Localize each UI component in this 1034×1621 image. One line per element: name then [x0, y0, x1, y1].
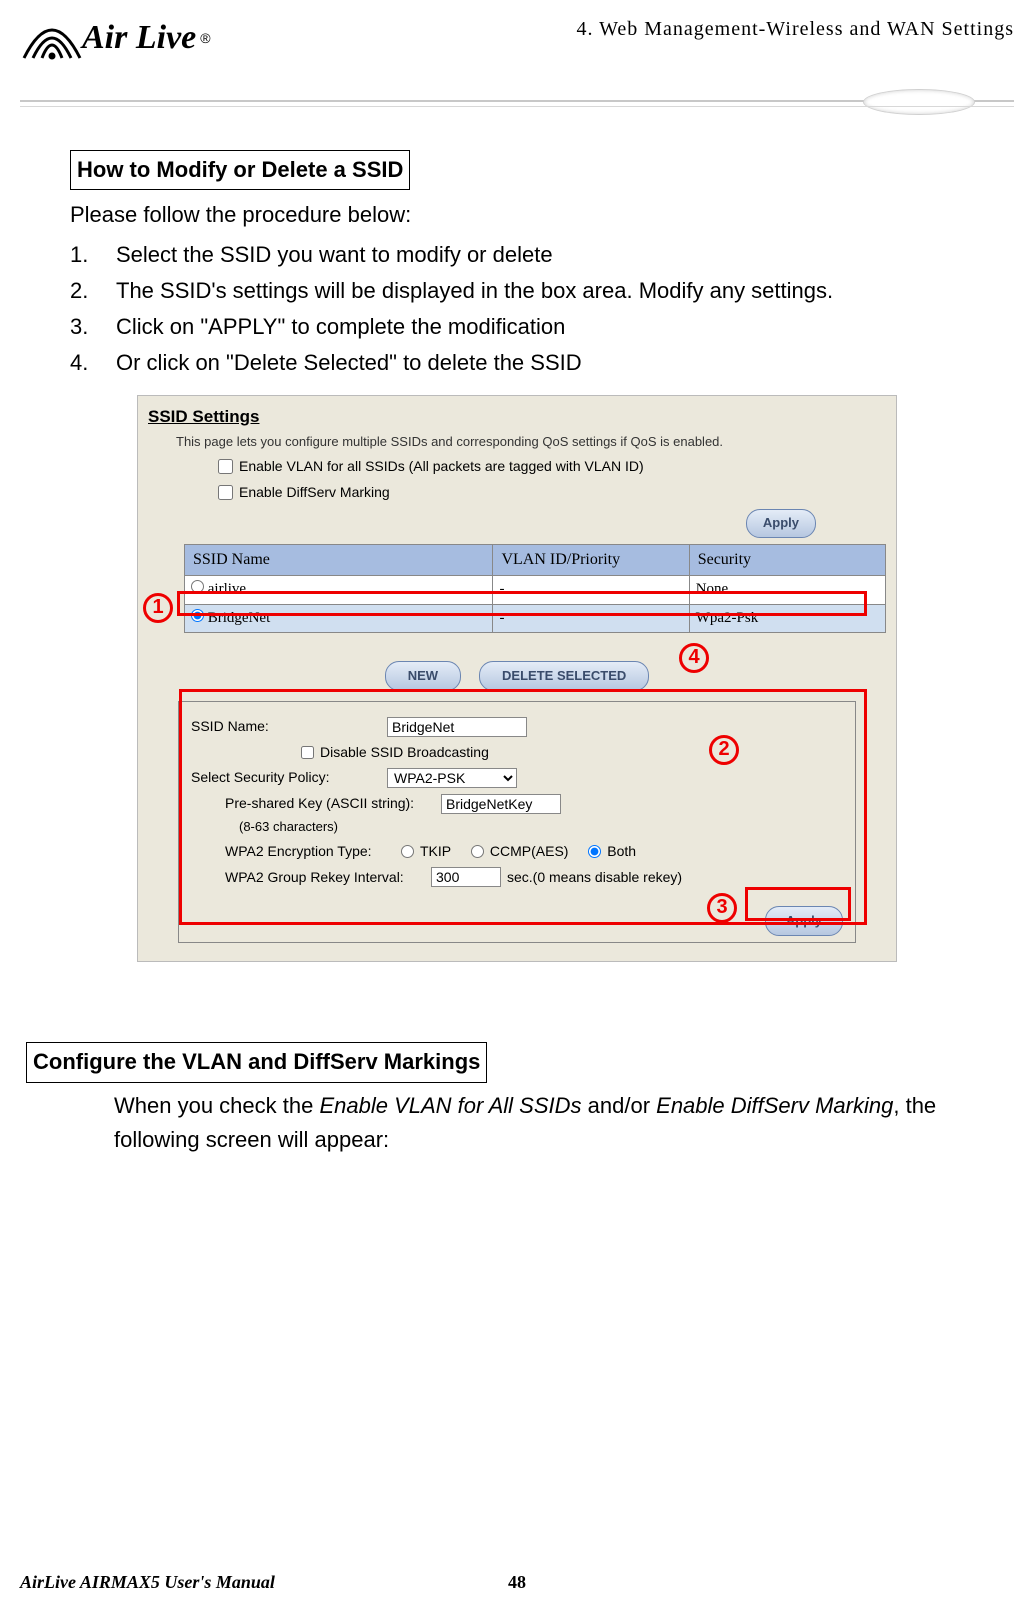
ssid-name-label: SSID Name: [191, 716, 381, 738]
rekey-label: WPA2 Group Rekey Interval: [225, 867, 425, 889]
encryption-type-label: WPA2 Encryption Type: [225, 841, 395, 863]
section2-body: When you check the Enable VLAN for All S… [70, 1089, 938, 1157]
ssid-name-input[interactable] [387, 717, 527, 737]
enable-diffserv-label: Enable DiffServ Marking [239, 482, 390, 504]
header-rule [20, 100, 1014, 110]
section1-intro: Please follow the procedure below: [70, 198, 964, 232]
psk-label: Pre-shared Key (ASCII string): [225, 793, 435, 815]
wifi-arc-icon [20, 14, 84, 62]
list-item: 4.Or click on "Delete Selected" to delet… [70, 346, 964, 380]
disable-broadcast-checkbox[interactable] [301, 746, 314, 759]
disable-broadcast-label: Disable SSID Broadcasting [320, 742, 489, 764]
screenshot-title: SSID Settings [148, 404, 886, 430]
apply-bottom-button[interactable]: Apply [765, 906, 843, 936]
table-row[interactable]: airlive - None [185, 576, 886, 604]
screenshot-subtitle: This page lets you configure multiple SS… [176, 432, 886, 452]
registered-icon: ® [200, 30, 210, 46]
list-item: 1.Select the SSID you want to modify or … [70, 238, 964, 272]
section-modify-delete-ssid: How to Modify or Delete a SSID Please fo… [70, 150, 964, 381]
psk-input[interactable] [441, 794, 561, 814]
ssid-select-radio[interactable] [191, 580, 204, 593]
section1-heading: How to Modify or Delete a SSID [70, 150, 410, 190]
list-item: 2.The SSID's settings will be displayed … [70, 274, 964, 308]
header-accent-oval [864, 90, 974, 114]
enable-vlan-checkbox-row: Enable VLAN for all SSIDs (All packets a… [218, 456, 886, 478]
procedure-steps: 1.Select the SSID you want to modify or … [70, 238, 964, 380]
ssid-select-radio[interactable] [191, 609, 204, 622]
ssid-table-header: SSID Name [185, 544, 493, 576]
section-configure-vlan-diffserv: Configure the VLAN and DiffServ Markings… [70, 1042, 964, 1156]
enc-tkip-radio[interactable] [401, 845, 414, 858]
enable-diffserv-checkbox-row: Enable DiffServ Marking [218, 482, 886, 504]
enc-ccmp-radio[interactable] [471, 845, 484, 858]
enable-diffserv-checkbox[interactable] [218, 485, 233, 500]
ssid-table: SSID Name VLAN ID/Priority Security airl… [184, 544, 886, 633]
list-item: 3.Click on "APPLY" to complete the modif… [70, 310, 964, 344]
security-policy-select[interactable]: WPA2-PSK [387, 768, 517, 788]
footer-page-number: 48 [508, 1572, 526, 1593]
enc-both-radio[interactable] [588, 845, 601, 858]
page-header: 4. Web Management-Wireless and WAN Setti… [0, 0, 1034, 100]
page-footer: AirLive AIRMAX5 User's Manual 48 [20, 1572, 1014, 1593]
chapter-title: 4. Web Management-Wireless and WAN Setti… [576, 18, 1014, 41]
ssid-table-header: Security [689, 544, 885, 576]
new-ssid-button[interactable]: NEW [385, 661, 461, 691]
rekey-unit: sec.(0 means disable rekey) [507, 867, 682, 889]
ssid-settings-screenshot: SSID Settings This page lets you configu… [137, 395, 897, 963]
rekey-input[interactable] [431, 867, 501, 887]
ssid-table-header: VLAN ID/Priority [493, 544, 689, 576]
footer-manual-title: AirLive AIRMAX5 User's Manual [20, 1572, 275, 1593]
enable-vlan-checkbox[interactable] [218, 459, 233, 474]
delete-selected-button[interactable]: DELETE SELECTED [479, 661, 649, 691]
enable-vlan-label: Enable VLAN for all SSIDs (All packets a… [239, 456, 644, 478]
brand-text: Air Live [82, 19, 196, 57]
security-policy-label: Select Security Policy: [191, 767, 381, 789]
section2-heading: Configure the VLAN and DiffServ Markings [26, 1042, 487, 1082]
apply-top-button[interactable]: Apply [746, 509, 816, 537]
table-row[interactable]: BridgeNet - Wpa2-Psk [185, 604, 886, 632]
psk-note: (8-63 characters) [239, 817, 338, 837]
ssid-edit-form: SSID Name: Disable SSID Broadcasting Sel… [178, 701, 856, 943]
